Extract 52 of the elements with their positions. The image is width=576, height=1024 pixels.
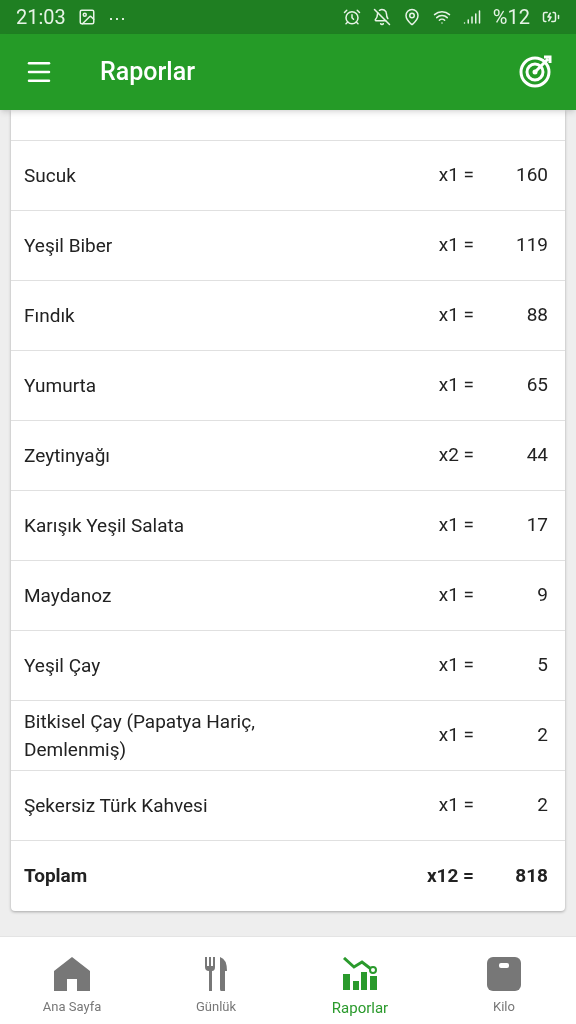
quantity: x1 = xyxy=(437,372,474,399)
target-icon[interactable] xyxy=(518,55,552,89)
calories: 17 xyxy=(525,512,549,539)
food-name: Maydanoz xyxy=(23,582,113,609)
mute-icon xyxy=(372,8,391,26)
total-calories: 818 xyxy=(514,862,549,889)
calories: 5 xyxy=(536,652,549,679)
calories: 160 xyxy=(514,162,549,189)
more-notifications: ⋯ xyxy=(107,5,126,30)
quantity: x1 = xyxy=(437,722,474,749)
food-name: Yeşil Biber xyxy=(23,232,114,259)
house-icon xyxy=(54,957,90,991)
scale-icon xyxy=(487,957,521,991)
alarm-icon xyxy=(342,8,361,26)
calories: 2 xyxy=(536,722,549,749)
quantity: x1 = xyxy=(437,512,474,539)
food-name: Yeşil Çay xyxy=(23,652,102,679)
nav-tab[interactable]: Kilo xyxy=(432,937,576,1024)
chart-icon xyxy=(342,957,378,991)
calories: 88 xyxy=(525,302,549,329)
total-label: Toplam xyxy=(23,862,89,889)
food-name: Zeytinyağı xyxy=(23,442,112,469)
calories: 65 xyxy=(525,372,549,399)
nav-tab[interactable]: Raporlar xyxy=(288,937,432,1024)
fork-knife-icon xyxy=(204,957,228,991)
total-quantity: x12 = xyxy=(425,862,474,889)
food-name: Bitkisel Çay (Papatya Hariç, Demlenmiş) xyxy=(23,708,256,763)
quantity: x2 = xyxy=(437,442,474,469)
nav-tab[interactable]: Ana Sayfa xyxy=(0,937,144,1024)
wifi-icon xyxy=(432,8,451,26)
image-icon xyxy=(77,8,96,26)
signal-icon xyxy=(462,8,481,26)
app-title: Raporlar xyxy=(100,56,196,89)
quantity: x1 = xyxy=(437,652,474,679)
calories: 9 xyxy=(536,582,549,609)
food-name: Yumurta xyxy=(23,372,98,399)
quantity: x1 = xyxy=(437,232,474,259)
quantity: x1 = xyxy=(437,302,474,329)
calories: 44 xyxy=(525,442,549,469)
food-name: Şekersiz Türk Kahvesi xyxy=(23,792,209,819)
quantity: x1 = xyxy=(437,582,474,609)
clock-time: 21:03 xyxy=(16,4,66,31)
quantity: x1 = xyxy=(437,792,474,819)
quantity: x1 = xyxy=(437,162,474,189)
food-name: Sucuk xyxy=(23,162,77,189)
food-name: Fındık xyxy=(23,302,76,329)
food-name: Karışık Yeşil Salata xyxy=(23,512,185,539)
calories: 2 xyxy=(536,792,549,819)
nav-tab[interactable]: Günlük xyxy=(144,937,288,1024)
calories: 119 xyxy=(514,232,549,259)
battery-percent: %12 xyxy=(492,4,530,31)
location-icon xyxy=(402,8,421,26)
